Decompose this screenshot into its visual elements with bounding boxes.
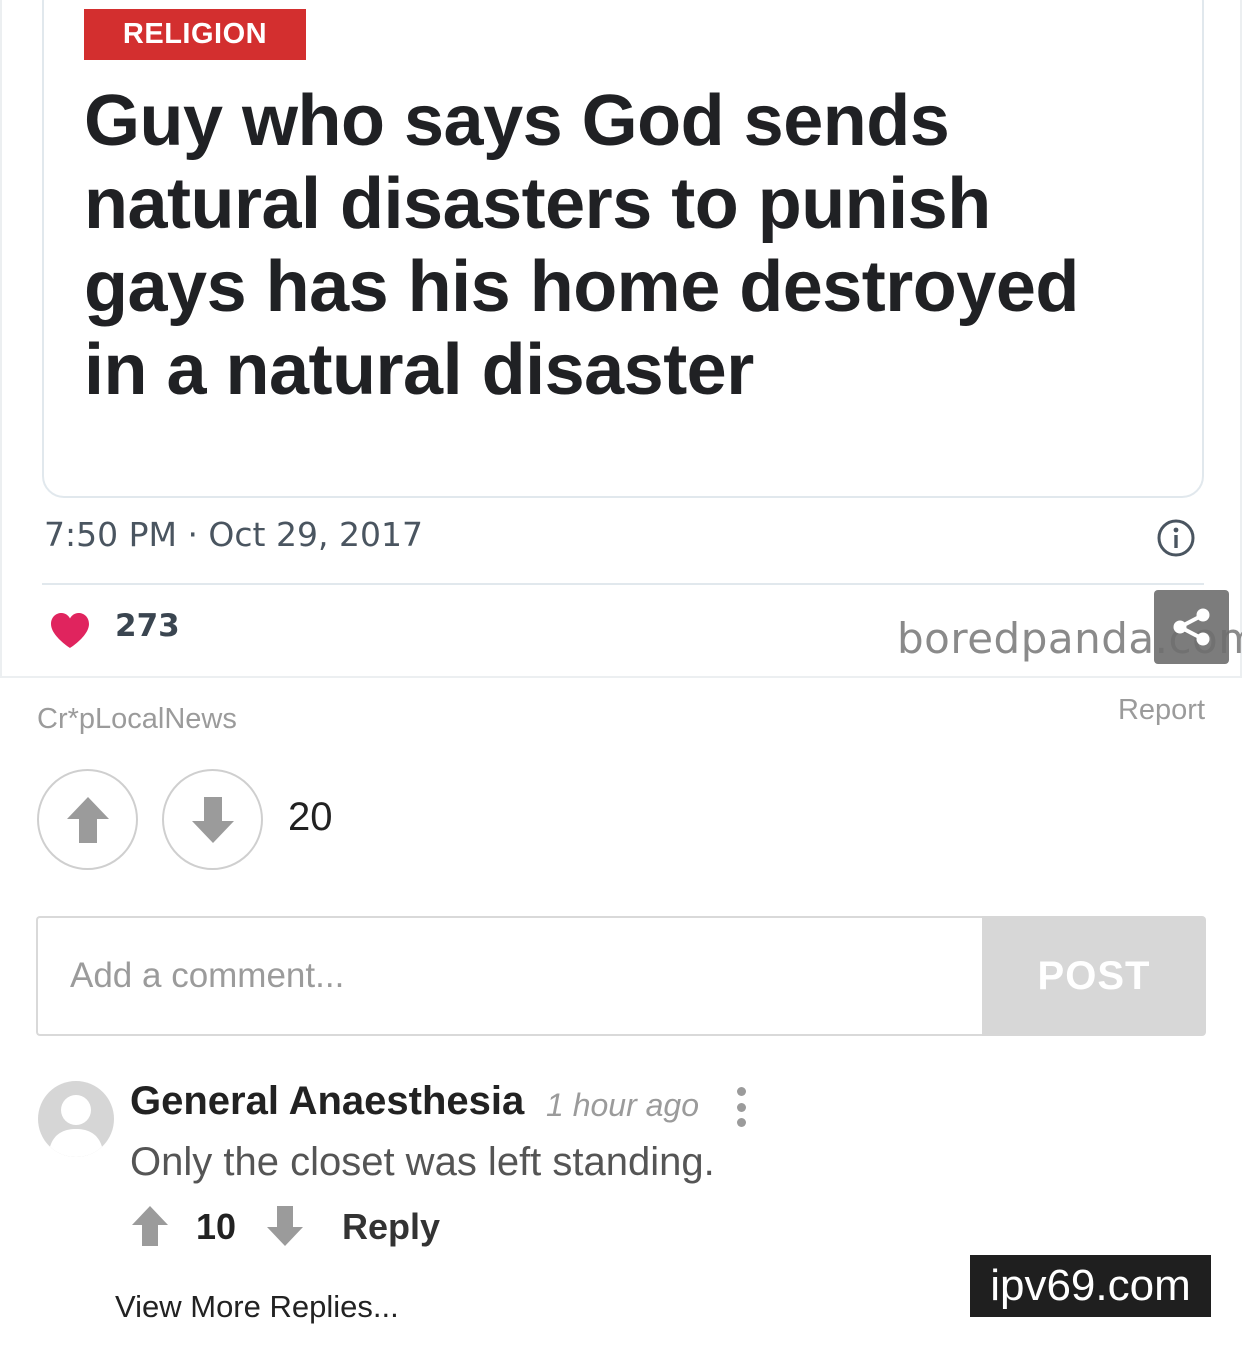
post-image: RELIGION Guy who says God sends natural … — [0, 0, 1242, 678]
comment-author[interactable]: General Anaesthesia — [130, 1079, 524, 1124]
downvote-button[interactable] — [162, 769, 263, 870]
comment-input[interactable] — [36, 916, 984, 1036]
arrow-down-icon — [191, 796, 234, 843]
arrow-up-icon — [66, 796, 109, 843]
info-icon — [1157, 519, 1195, 557]
heart-icon — [51, 613, 89, 648]
tweet-timestamp: 7:50 PM · Oct 29, 2017 — [44, 515, 423, 554]
view-more-replies-link[interactable]: View More Replies... — [115, 1289, 399, 1325]
comment-time: 1 hour ago — [546, 1087, 700, 1123]
tweet-divider — [42, 583, 1204, 585]
post-button[interactable]: POST — [982, 916, 1206, 1036]
reply-link[interactable]: Reply — [342, 1206, 440, 1248]
more-options-icon[interactable] — [733, 1087, 749, 1127]
upvote-button[interactable] — [37, 769, 138, 870]
category-badge: RELIGION — [84, 9, 306, 60]
avatar[interactable] — [38, 1081, 114, 1157]
site-watermark: ipv69.com — [970, 1255, 1211, 1317]
like-count: 273 — [115, 608, 180, 644]
share-button[interactable] — [1154, 590, 1229, 664]
comment-upvote-icon[interactable] — [131, 1205, 169, 1247]
comment-downvote-icon[interactable] — [266, 1205, 304, 1247]
headline: Guy who says God sends natural disasters… — [84, 81, 1079, 410]
user-icon — [48, 1095, 104, 1157]
source-label[interactable]: Cr*pLocalNews — [37, 703, 237, 736]
comment-text: Only the closet was left standing. — [130, 1140, 715, 1184]
vote-score: 20 — [288, 795, 333, 839]
comment-vote-count: 10 — [196, 1206, 237, 1247]
share-icon — [1173, 608, 1209, 646]
report-link[interactable]: Report — [1118, 694, 1205, 727]
